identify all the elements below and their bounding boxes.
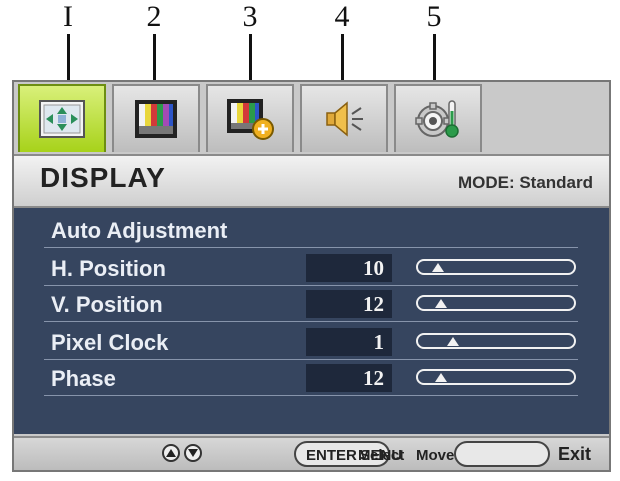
- callout-4: 4: [322, 0, 362, 80]
- value-text: 12: [363, 366, 384, 390]
- value-box: 12: [306, 290, 392, 318]
- callout-1: I: [48, 0, 88, 80]
- menu-item-v-position[interactable]: V. Position 12: [44, 286, 578, 322]
- callout-line: [152, 34, 156, 80]
- value-text: 12: [363, 292, 384, 316]
- menu-label: MENU: [358, 447, 403, 464]
- exit-label[interactable]: Exit: [558, 444, 591, 465]
- callout-2: 2: [134, 0, 174, 80]
- menu-item-phase[interactable]: Phase 12: [44, 360, 578, 396]
- menu-button[interactable]: [454, 441, 550, 467]
- settings-panel: Auto Adjustment H. Position 10 V. Positi…: [14, 208, 609, 434]
- tab-system[interactable]: [394, 84, 482, 152]
- button-hint-bar: ENTER Select MENU Move Exit: [14, 436, 609, 470]
- slider-knob[interactable]: [435, 299, 448, 308]
- page-title: DISPLAY: [40, 162, 166, 193]
- row-divider: [44, 321, 578, 322]
- callout-line: [248, 34, 252, 80]
- callout-3: 3: [230, 0, 270, 80]
- menu-item-label: Phase: [51, 366, 116, 391]
- v-position-slider[interactable]: [416, 295, 576, 311]
- slider-knob[interactable]: [446, 337, 459, 346]
- speaker-icon: [326, 101, 363, 137]
- row-divider: [44, 247, 578, 248]
- menu-item-label: V. Position: [51, 292, 163, 317]
- callout-line: [340, 34, 344, 80]
- row-divider: [44, 395, 578, 396]
- value-box: 12: [306, 364, 392, 392]
- menu-item-label: Pixel Clock: [51, 330, 169, 355]
- tab-audio[interactable]: [300, 84, 388, 152]
- menu-item-label: H. Position: [51, 256, 166, 281]
- callout-line: [66, 34, 70, 80]
- slider-knob[interactable]: [432, 263, 445, 272]
- display-adjust-icon: [39, 100, 85, 138]
- menu-item-label: Auto Adjustment: [51, 218, 228, 243]
- tab-callouts: I 2 3 4 5: [0, 0, 620, 90]
- slider-knob[interactable]: [435, 373, 448, 382]
- picture-icon: [135, 100, 177, 138]
- arrow-up-icon[interactable]: [162, 444, 180, 462]
- mode-indicator: MODE: Standard: [457, 173, 593, 192]
- value-box: 1: [306, 328, 392, 356]
- enter-label: ENTER: [306, 447, 357, 464]
- h-position-slider[interactable]: [416, 259, 576, 275]
- tab-bar: [18, 84, 488, 154]
- pixel-clock-slider[interactable]: [416, 333, 576, 349]
- callout-number: 4: [334, 0, 350, 33]
- system-settings-icon: [415, 100, 459, 138]
- callout-number: 3: [242, 0, 258, 33]
- picture-advanced-icon: [227, 99, 274, 140]
- tab-picture-advanced[interactable]: [206, 84, 294, 152]
- menu-item-pixel-clock[interactable]: Pixel Clock 1: [44, 324, 578, 360]
- menu-item-h-position[interactable]: H. Position 10: [44, 250, 578, 286]
- callout-number: 5: [426, 0, 442, 33]
- phase-slider[interactable]: [416, 369, 576, 385]
- callout-5: 5: [414, 0, 454, 80]
- value-text: 1: [373, 330, 385, 354]
- callout-number: 2: [146, 0, 162, 33]
- move-label: Move: [416, 447, 455, 464]
- arrow-down-icon[interactable]: [184, 444, 202, 462]
- menu-item-auto-adjustment[interactable]: Auto Adjustment: [44, 212, 578, 248]
- tab-picture[interactable]: [112, 84, 200, 152]
- tab-display[interactable]: [18, 84, 106, 152]
- osd-menu: DISPLAY MODE: Standard Auto Adjustment H…: [12, 80, 611, 472]
- value-text: 10: [363, 256, 384, 280]
- callout-number: I: [63, 0, 73, 33]
- menu-header: DISPLAY MODE: Standard: [14, 154, 609, 208]
- callout-line: [432, 34, 436, 80]
- value-box: 10: [306, 254, 392, 282]
